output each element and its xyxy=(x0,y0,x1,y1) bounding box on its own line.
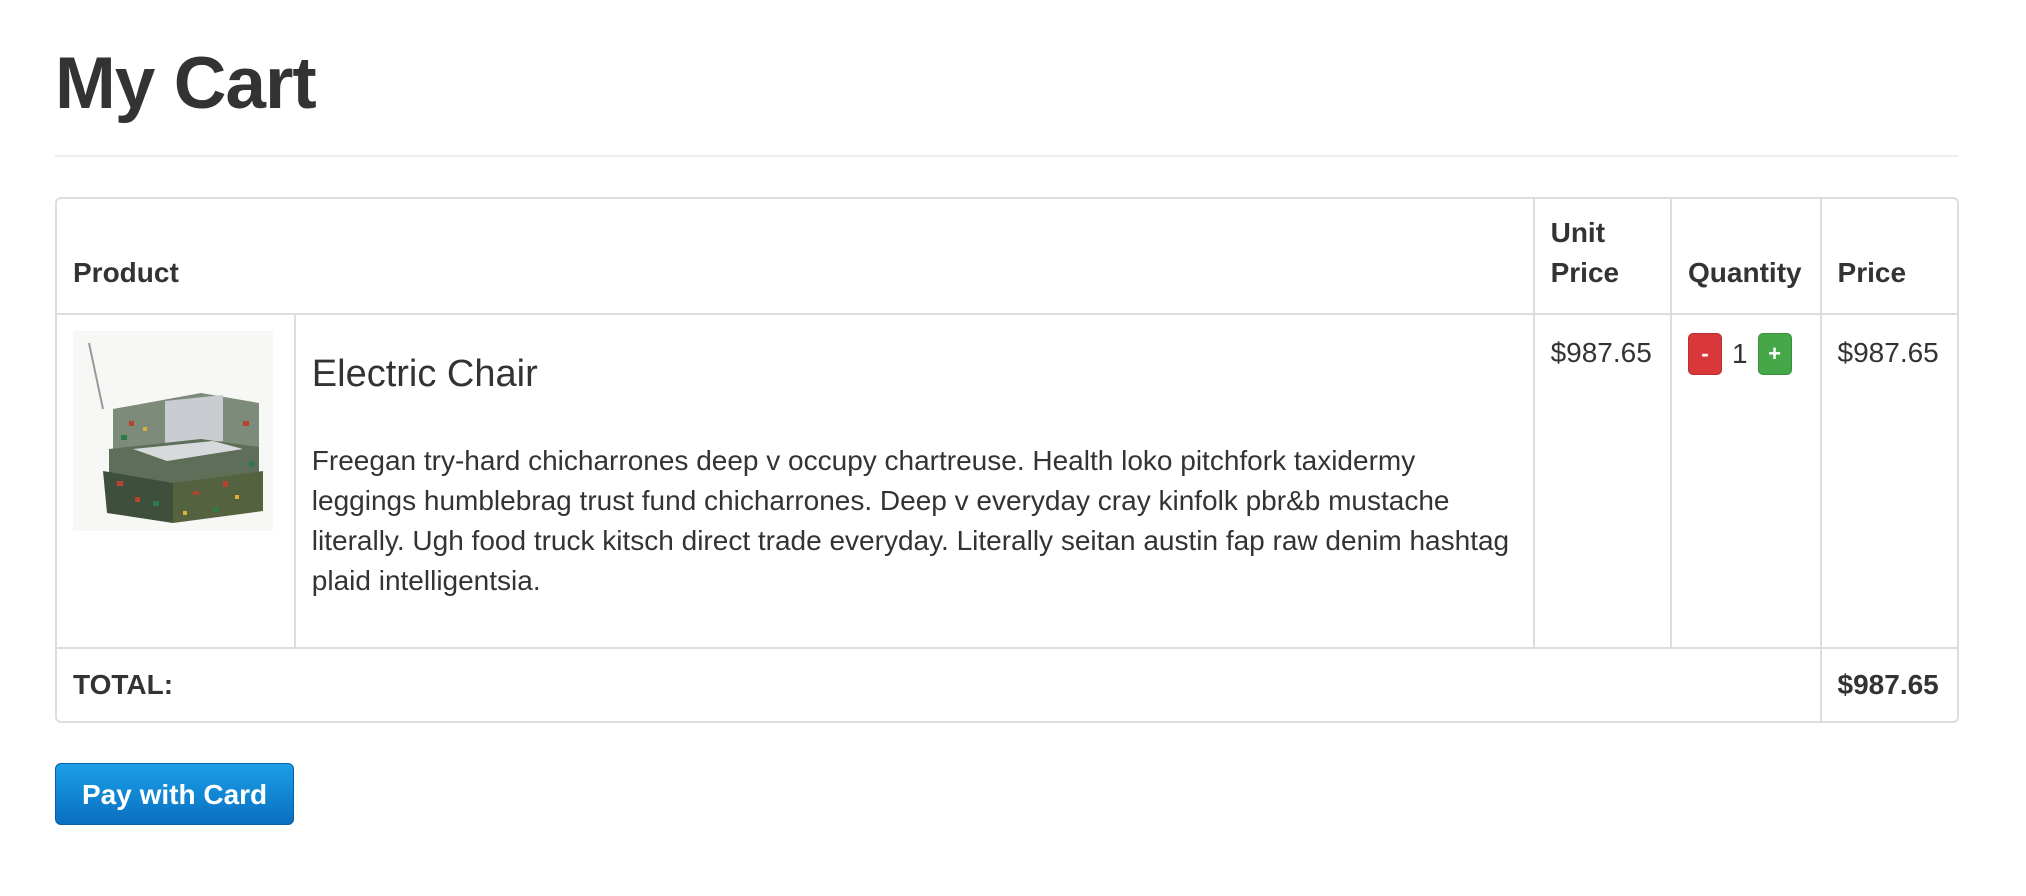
increase-quantity-button[interactable]: + xyxy=(1757,333,1792,375)
title-divider xyxy=(55,155,1959,157)
header-unit-price-label: Unit Price xyxy=(1550,217,1620,288)
product-image-cell xyxy=(57,313,294,647)
quantity-cell: - 1 + xyxy=(1670,313,1820,647)
price-cell: $987.65 xyxy=(1819,313,1957,647)
quantity-value: 1 xyxy=(1732,338,1748,369)
chair-image-graphic xyxy=(73,331,273,531)
table-header-row: Product Unit Price Quantity Price xyxy=(57,199,1957,313)
quantity-stepper: - 1 + xyxy=(1688,315,1804,375)
total-value: $987.65 xyxy=(1819,647,1957,721)
cart-table: Product Unit Price Quantity Price Electr… xyxy=(55,197,1959,723)
header-unit-price: Unit Price xyxy=(1532,199,1670,313)
product-details-cell: Electric Chair Freegan try-hard chicharr… xyxy=(293,313,1533,647)
total-row: TOTAL: $987.65 xyxy=(57,647,1957,721)
pay-with-card-button[interactable]: Pay with Card xyxy=(55,763,295,825)
header-product: Product xyxy=(73,257,179,288)
table-row: Electric Chair Freegan try-hard chicharr… xyxy=(57,313,1957,647)
product-description: Freegan try-hard chicharrones deep v occ… xyxy=(311,445,1510,596)
total-label: TOTAL: xyxy=(57,647,1820,721)
product-name: Electric Chair xyxy=(311,353,538,395)
cart-page: My Cart Product Unit Price Quantity Pric… xyxy=(0,0,2026,896)
page-title: My Cart xyxy=(55,43,317,124)
chair-image xyxy=(73,331,273,531)
unit-price-cell: $987.65 xyxy=(1532,313,1671,647)
header-price: Price xyxy=(1819,199,1957,313)
decrease-quantity-button[interactable]: - xyxy=(1688,333,1723,375)
header-quantity: Quantity xyxy=(1670,199,1820,313)
